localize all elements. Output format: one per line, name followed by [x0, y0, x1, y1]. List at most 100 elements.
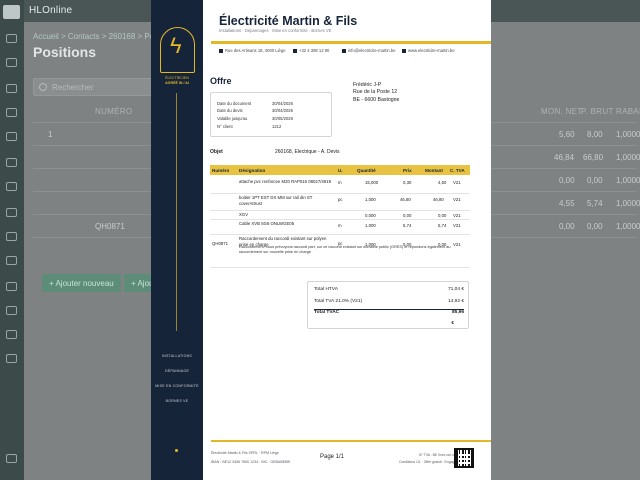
col-unite: U. [338, 167, 343, 173]
row-separator [210, 193, 470, 194]
total-htva: Total HTVA 71,04 € [314, 287, 464, 292]
company-logo: ϟ [160, 27, 195, 73]
truck-icon[interactable] [6, 232, 17, 241]
page-title: Positions [33, 44, 97, 60]
contact-phone-text: +32 4 398 12 90 [299, 48, 330, 53]
offer-document-preview[interactable]: ϟ ÉLECTRICIEN AGRÉÉ IN / AI INSTALLATION… [151, 0, 491, 480]
meta-label: Valable jusqu'au [217, 116, 248, 121]
building-icon[interactable] [6, 108, 17, 117]
globe-icon [402, 49, 406, 53]
client-name: Frédéric J-P [353, 82, 382, 88]
line-tva: V21 [453, 180, 461, 185]
phone-icon [293, 49, 297, 53]
row-rabais: 1,0000 [616, 176, 640, 185]
file-icon[interactable] [6, 330, 17, 339]
document-meta: Date du document 30/04/2026 Date du devis… [210, 92, 332, 137]
line-qty: 1,000 [365, 197, 376, 202]
meta-row: Valable jusqu'au 30/05/2026 [217, 116, 293, 121]
row-net: 5,60 [559, 130, 575, 139]
search-input[interactable]: Rechercher [33, 78, 159, 96]
list-icon[interactable] [6, 84, 17, 93]
contact-email: info@electricite-martin.be [342, 48, 396, 53]
contact-website: www.electricite-martin.be [402, 48, 455, 53]
total-value: 14,92 € [447, 299, 464, 304]
row-rabais: 1,0000 [616, 199, 640, 208]
footer-company: Électricité Martin & Fils SPRL · RPM Liè… [211, 451, 279, 455]
line-tva: V21 [453, 213, 461, 218]
line-amount: 5,74 [438, 223, 447, 228]
line-unit: m [338, 180, 342, 185]
row-separator [210, 210, 470, 211]
col-header-mon-net[interactable]: MON. NET [541, 107, 583, 116]
meta-label: Date du devis [217, 108, 243, 113]
row-separator [210, 234, 470, 235]
line-qty: 15,000 [365, 180, 379, 185]
row-separator [210, 219, 470, 220]
page-number: Page 1/1 [320, 454, 345, 460]
app-brand: HLOnline [29, 5, 73, 16]
col-designation: Désignation [239, 167, 266, 173]
location-icon [219, 49, 223, 53]
contact-address-text: Rue des Artisans 18, 4000 Liège [225, 48, 286, 53]
row-net: 0,00 [559, 176, 575, 185]
total-label: Total HTVA [314, 287, 338, 292]
document-side-band: ϟ ÉLECTRICIEN AGRÉÉ IN / AI INSTALLATION… [151, 0, 203, 480]
chart-icon[interactable] [6, 256, 17, 265]
col-numero: Numéro [212, 167, 230, 173]
objet-label: Objet [210, 149, 223, 155]
document-icon[interactable] [6, 208, 17, 217]
line-num: QH0871 [212, 241, 229, 246]
col-header-p-brut[interactable]: P. BRUT [581, 107, 614, 116]
lines-header: Numéro Désignation U. Quantité Prix Mont… [210, 165, 470, 175]
collapse-icon[interactable] [6, 454, 17, 463]
meta-value: 30/04/2026 [272, 101, 293, 106]
row-rabais: 1,0000 [616, 153, 640, 162]
total-label: Total TVA 21.0% (V21) [314, 299, 363, 304]
client-street: Rue de la Poste 12 [353, 89, 398, 95]
row-rabais: 1,0000 [616, 222, 640, 231]
meta-value: 30/05/2026 [272, 116, 293, 121]
gear-icon[interactable] [6, 354, 17, 363]
line-price: 0,30 [403, 180, 412, 185]
col-header-rabais[interactable]: RABAIS [616, 107, 640, 116]
line-amount: 0,00 [438, 213, 447, 218]
meta-row: Date du document 30/04/2026 [217, 101, 293, 106]
col-montant: Montant [425, 167, 443, 173]
col-header-numero[interactable]: NUMÉRO [95, 107, 132, 116]
clock-icon[interactable] [6, 306, 17, 315]
app-logo-icon[interactable] [3, 5, 20, 19]
total-tva: Total TVA 21.0% (V21) 14,92 € [314, 299, 464, 304]
side-item-depannage: DÉPANNAGE [164, 369, 190, 373]
row-separator [210, 267, 470, 268]
line-price: 46,80 [400, 197, 411, 202]
col-prix: Prix [403, 167, 412, 173]
footer-bank: IBAN : BE12 3456 7890 1234 · BIC : GEBAB… [211, 460, 290, 464]
calendar-icon[interactable] [6, 132, 17, 141]
add-new-button[interactable]: + Ajouter nouveau [42, 274, 121, 292]
row-num: QH0871 [95, 222, 125, 231]
users-icon[interactable] [6, 282, 17, 291]
line-unit: pc [338, 197, 343, 202]
company-name: Électricité Martin & Fils [219, 14, 358, 28]
contact-phone: +32 4 398 12 90 [293, 48, 329, 53]
totals-box: Total HTVA 71,04 € Total TVA 21.0% (V21) 1… [307, 281, 469, 329]
lightning-bolt-icon: ϟ [170, 33, 182, 58]
side-item-conformite: MISE EN CONFORMITÉ [155, 384, 199, 388]
total-tvac: Total TVAC 85,96 [314, 310, 464, 315]
contact-email-text: info@electricite-martin.be [348, 48, 396, 53]
line-amount: 4,50 [438, 180, 447, 185]
box-icon[interactable] [6, 182, 17, 191]
row-brut: 8,00 [587, 130, 603, 139]
meta-label: N° client [217, 124, 233, 129]
search-placeholder: Rechercher [52, 83, 94, 92]
offer-title: Offre [210, 76, 232, 86]
line-price: 5,74 [403, 223, 412, 228]
home-icon[interactable] [6, 34, 17, 43]
side-divider [176, 93, 177, 331]
inbox-icon[interactable] [6, 58, 17, 67]
cart-icon[interactable] [6, 158, 17, 167]
line-unit: m [338, 223, 342, 228]
row-brut: 0,00 [587, 176, 603, 185]
line-tva: V21 [453, 197, 461, 202]
line-price: 0,00 [403, 213, 412, 218]
